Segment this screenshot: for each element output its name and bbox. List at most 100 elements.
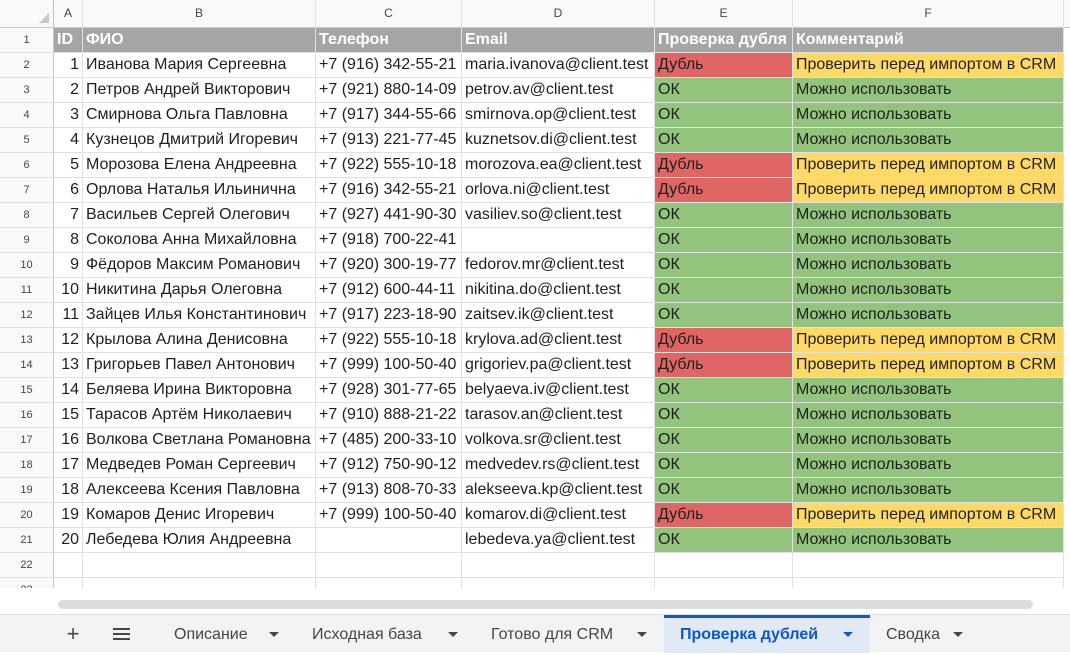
name-cell[interactable]: Кузнецов Дмитрий Игоревич — [83, 128, 316, 153]
row-header[interactable]: 18 — [0, 453, 54, 478]
column-header-e[interactable]: E — [655, 0, 793, 28]
spreadsheet-grid[interactable]: A B C D E F 1 2 3 4 5 6 7 8 9 10 11 12 13 14 15 16 17 18 19 20 21 2… — [0, 0, 1070, 604]
phone-cell[interactable]: +7 (917) 223-18-90 — [316, 303, 462, 328]
name-cell[interactable]: Морозова Елена Андреевна — [83, 153, 316, 178]
email-cell[interactable]: alekseeva.kp@client.test — [462, 478, 655, 503]
row-header[interactable]: 1 — [0, 28, 54, 53]
comment-cell[interactable]: Можно использовать — [793, 228, 1064, 253]
name-cell[interactable]: Орлова Наталья Ильинична — [83, 178, 316, 203]
duplicate-check-cell[interactable]: ОК — [655, 128, 793, 153]
phone-cell[interactable] — [316, 528, 462, 553]
sheet-tab[interactable]: Готово для CRM — [475, 615, 664, 653]
column-header-c[interactable]: C — [316, 0, 462, 28]
name-cell[interactable]: Тарасов Артём Николаевич — [83, 403, 316, 428]
row-header[interactable]: 8 — [0, 203, 54, 228]
id-cell[interactable]: 5 — [54, 153, 83, 178]
duplicate-check-cell[interactable]: ОК — [655, 403, 793, 428]
name-cell[interactable]: Фёдоров Максим Романович — [83, 253, 316, 278]
phone-cell[interactable]: +7 (913) 808-70-33 — [316, 478, 462, 503]
id-cell[interactable]: 19 — [54, 503, 83, 528]
header-email-cell[interactable]: Email — [462, 28, 655, 53]
row-header[interactable]: 11 — [0, 278, 54, 303]
empty-cell[interactable] — [54, 553, 83, 578]
id-cell[interactable]: 18 — [54, 478, 83, 503]
name-cell[interactable]: Иванова Мария Сергеевна — [83, 53, 316, 78]
id-cell[interactable]: 17 — [54, 453, 83, 478]
name-cell[interactable]: Григорьев Павел Антонович — [83, 353, 316, 378]
comment-cell[interactable]: Можно использовать — [793, 478, 1064, 503]
email-cell[interactable]: zaitsev.ik@client.test — [462, 303, 655, 328]
id-cell[interactable]: 13 — [54, 353, 83, 378]
sheet-tab[interactable]: Исходная база — [296, 615, 475, 653]
comment-cell[interactable]: Проверить перед импортом в CRM — [793, 503, 1064, 528]
email-cell[interactable]: nikitina.do@client.test — [462, 278, 655, 303]
email-cell[interactable]: fedorov.mr@client.test — [462, 253, 655, 278]
id-cell[interactable]: 8 — [54, 228, 83, 253]
email-cell[interactable]: medvedev.rs@client.test — [462, 453, 655, 478]
name-cell[interactable]: Васильев Сергей Олегович — [83, 203, 316, 228]
phone-cell[interactable]: +7 (917) 344-55-66 — [316, 103, 462, 128]
comment-cell[interactable]: Проверить перед импортом в CRM — [793, 353, 1064, 378]
phone-cell[interactable]: +7 (922) 555-10-18 — [316, 328, 462, 353]
row-header[interactable]: 10 — [0, 253, 54, 278]
name-cell[interactable]: Лебедева Юлия Андреевна — [83, 528, 316, 553]
phone-cell[interactable]: +7 (916) 342-55-21 — [316, 178, 462, 203]
comment-cell[interactable]: Можно использовать — [793, 528, 1064, 553]
id-cell[interactable]: 15 — [54, 403, 83, 428]
id-cell[interactable]: 3 — [54, 103, 83, 128]
email-cell[interactable]: grigoriev.pa@client.test — [462, 353, 655, 378]
row-header[interactable]: 12 — [0, 303, 54, 328]
chevron-down-icon[interactable] — [953, 632, 963, 637]
duplicate-check-cell[interactable]: ОК — [655, 253, 793, 278]
duplicate-check-cell[interactable]: Дубль — [655, 153, 793, 178]
row-header[interactable]: 6 — [0, 153, 54, 178]
name-cell[interactable]: Петров Андрей Викторович — [83, 78, 316, 103]
column-header-d[interactable]: D — [462, 0, 655, 28]
email-cell[interactable]: belyaeva.iv@client.test — [462, 378, 655, 403]
comment-cell[interactable]: Можно использовать — [793, 303, 1064, 328]
name-cell[interactable]: Зайцев Илья Константинович — [83, 303, 316, 328]
name-cell[interactable]: Комаров Денис Игоревич — [83, 503, 316, 528]
phone-cell[interactable]: +7 (916) 342-55-21 — [316, 53, 462, 78]
comment-cell[interactable]: Можно использовать — [793, 453, 1064, 478]
chevron-down-icon[interactable] — [843, 632, 853, 637]
chevron-down-icon[interactable] — [637, 632, 647, 637]
row-header[interactable]: 9 — [0, 228, 54, 253]
phone-cell[interactable]: +7 (918) 700-22-41 — [316, 228, 462, 253]
phone-cell[interactable]: +7 (928) 301-77-65 — [316, 378, 462, 403]
column-header-f[interactable]: F — [793, 0, 1064, 28]
header-comment-cell[interactable]: Комментарий — [793, 28, 1064, 53]
row-header[interactable]: 19 — [0, 478, 54, 503]
id-cell[interactable]: 14 — [54, 378, 83, 403]
row-header[interactable]: 2 — [0, 53, 54, 78]
phone-cell[interactable]: +7 (910) 888-21-22 — [316, 403, 462, 428]
phone-cell[interactable]: +7 (999) 100-50-40 — [316, 503, 462, 528]
duplicate-check-cell[interactable]: ОК — [655, 78, 793, 103]
empty-cell[interactable] — [83, 553, 316, 578]
comment-cell[interactable]: Можно использовать — [793, 278, 1064, 303]
phone-cell[interactable]: +7 (912) 600-44-11 — [316, 278, 462, 303]
phone-cell[interactable]: +7 (920) 300-19-77 — [316, 253, 462, 278]
email-cell[interactable]: kuznetsov.di@client.test — [462, 128, 655, 153]
id-cell[interactable]: 11 — [54, 303, 83, 328]
name-cell[interactable]: Медведев Роман Сергеевич — [83, 453, 316, 478]
id-cell[interactable]: 12 — [54, 328, 83, 353]
sheet-tab[interactable]: Проверка дублей — [664, 615, 870, 653]
phone-cell[interactable]: +7 (913) 221-77-45 — [316, 128, 462, 153]
comment-cell[interactable]: Можно использовать — [793, 203, 1064, 228]
comment-cell[interactable]: Можно использовать — [793, 403, 1064, 428]
chevron-down-icon[interactable] — [448, 632, 458, 637]
email-cell[interactable]: orlova.ni@client.test — [462, 178, 655, 203]
empty-cell[interactable] — [462, 553, 655, 578]
email-cell[interactable]: lebedeva.ya@client.test — [462, 528, 655, 553]
select-all-corner[interactable] — [0, 0, 54, 28]
header-duplicate-check-cell[interactable]: Проверка дубля — [655, 28, 793, 53]
row-header[interactable]: 3 — [0, 78, 54, 103]
name-cell[interactable]: Соколова Анна Михайловна — [83, 228, 316, 253]
empty-cell[interactable] — [793, 553, 1064, 578]
duplicate-check-cell[interactable]: Дубль — [655, 178, 793, 203]
name-cell[interactable]: Никитина Дарья Олеговна — [83, 278, 316, 303]
name-cell[interactable]: Крылова Алина Денисовна — [83, 328, 316, 353]
column-header-b[interactable]: B — [83, 0, 316, 28]
email-cell[interactable]: maria.ivanova@client.test — [462, 53, 655, 78]
